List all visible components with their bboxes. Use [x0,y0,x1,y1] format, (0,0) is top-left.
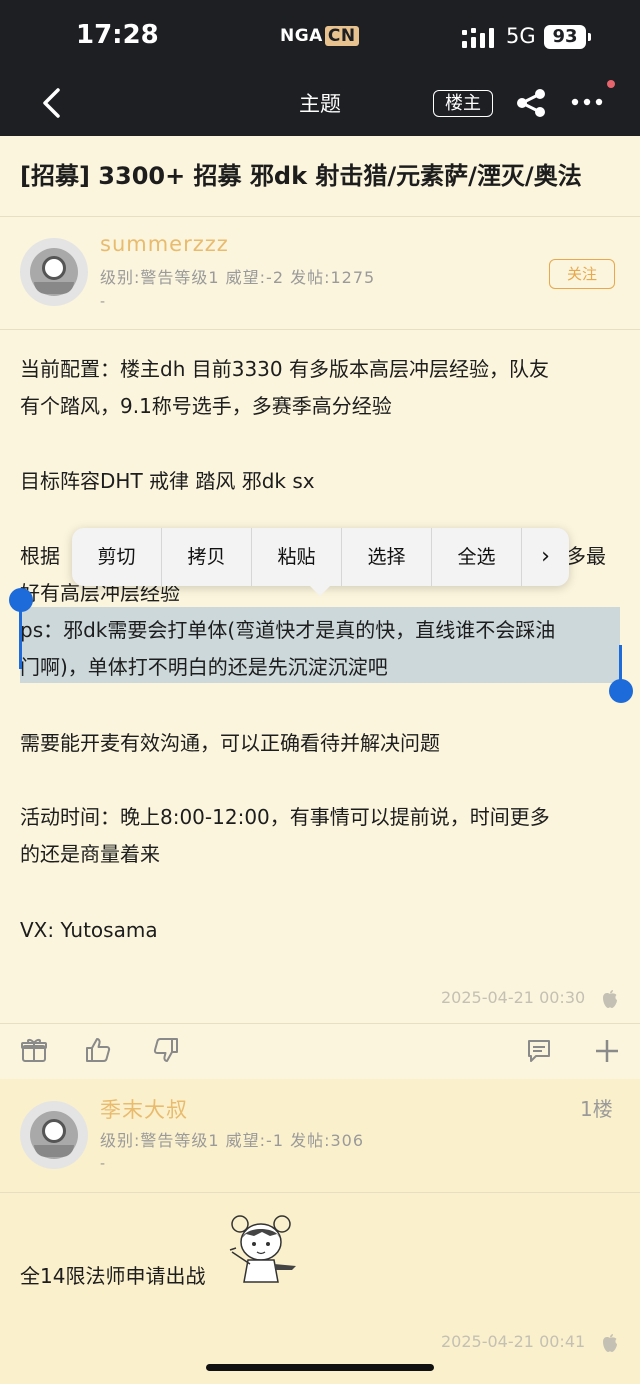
divider [0,216,640,217]
selection-start-knob[interactable] [9,588,33,612]
reply-text: 全14限法师申请出战 [20,1264,206,1288]
avatar[interactable] [20,1101,88,1169]
follow-button[interactable]: 关注 [549,259,615,289]
battery-tip [588,33,591,41]
network-type: 5G [506,24,536,48]
more-icon[interactable] [570,96,604,108]
topic-title: [招募] 3300+ 招募 邪dk 射击猎/元素萨/湮灭/奥法 [20,162,582,190]
menu-cut[interactable]: 剪切 [72,528,162,586]
thumbs-down-icon[interactable] [152,1036,180,1064]
app-logo: NGA CN [280,26,359,46]
logo-suffix: CN [324,26,359,46]
menu-copy[interactable]: 拷贝 [162,528,252,586]
post-text-line: 的还是商量着来 [20,842,160,866]
signal-icon [462,28,494,48]
post-text-line: 活动时间：晚上8:00-12:00，有事情可以提前说，时间更多 [20,805,550,829]
menu-select-all[interactable]: 全选 [432,528,522,586]
battery-level: 93 [544,25,586,49]
post-text-line-selected: ps：邪dk需要会打单体(弯道快才是真的快，直线谁不会踩油 [20,618,556,642]
context-menu-pointer [308,584,332,596]
share-icon[interactable] [514,88,548,118]
divider [0,1192,640,1193]
post-author-meta: 级别:警告等级1 威望:-2 发帖:1275 [100,268,376,287]
chevron-right-icon[interactable]: › [522,528,569,586]
post-signature: - [100,294,106,310]
menu-paste[interactable]: 粘贴 [252,528,342,586]
thumbs-up-icon[interactable] [84,1036,112,1064]
logo-text: NGA [280,26,323,46]
post-text-line: 目标阵容DHT 戒律 踏风 邪dk sx [20,469,315,493]
divider [0,329,640,330]
post-timestamp: 2025-04-21 00:30 [441,988,586,1007]
avatar[interactable] [20,238,88,306]
post-text-line: VX: Yutosama [20,918,158,942]
reply-author-meta: 级别:警告等级1 威望:-1 发帖:306 [100,1131,365,1150]
apple-icon [603,990,617,1008]
reply-signature: - [100,1156,106,1172]
divider [0,1023,640,1024]
apple-icon [603,1334,617,1352]
post-author[interactable]: summerzzz [100,232,229,256]
comment-icon[interactable] [526,1038,552,1064]
post-text-line-selected: 门啊)，单体打不明白的还是先沉淀沉淀吧 [20,655,388,679]
post-text-line: 多最 [566,544,606,568]
gift-icon[interactable] [20,1036,48,1064]
post-text-line: 当前配置：楼主dh 目前3330 有多版本高层冲层经验，队友 [20,357,549,381]
notification-dot [607,80,615,88]
menu-select[interactable]: 选择 [342,528,432,586]
post-text-line: 有个踏风，9.1称号选手，多赛季高分经验 [20,394,392,418]
post-text-line: 需要能开麦有效沟通，可以正确看待并解决问题 [20,731,440,755]
floor-number: 1楼 [580,1097,613,1121]
selection-end-knob[interactable] [609,679,633,703]
home-indicator[interactable] [206,1364,434,1371]
plus-icon[interactable] [594,1038,620,1064]
context-menu: 剪切 拷贝 粘贴 选择 全选 › [72,528,569,586]
reply-author[interactable]: 季末大叔 [100,1094,188,1124]
only-op-button[interactable]: 楼主 [433,90,493,117]
reply-timestamp: 2025-04-21 00:41 [441,1332,586,1351]
status-time: 17:28 [76,20,159,50]
